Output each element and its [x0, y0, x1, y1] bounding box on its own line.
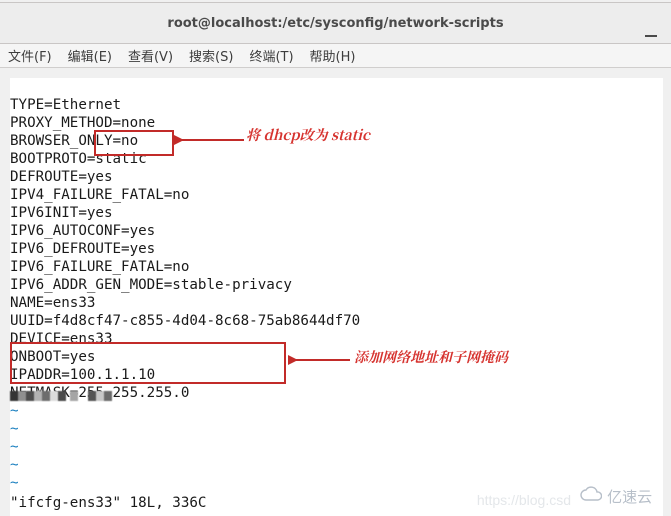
vim-tilde: ~	[10, 457, 19, 473]
file-line: ONBOOT=yes	[10, 349, 95, 365]
menu-help[interactable]: 帮助(H)	[310, 46, 356, 65]
watermark-brand: 亿速云	[580, 486, 660, 508]
watermark-url: https://blog.csd	[477, 492, 571, 508]
redacted-pixel-row	[10, 391, 120, 402]
menu-view[interactable]: 查看(V)	[128, 46, 173, 65]
vim-tilde: ~	[10, 475, 19, 491]
file-line: BOOTPROTO=static	[10, 151, 147, 167]
file-line: DEVICE=ens33	[10, 331, 113, 347]
minimize-icon[interactable]	[645, 35, 657, 37]
menu-search[interactable]: 搜索(S)	[189, 46, 233, 65]
window-titlebar: root@localhost:/etc/sysconfig/network-sc…	[0, 2, 671, 44]
annotation-text-ipaddr: 添加网络地址和子网掩码	[354, 347, 508, 367]
watermark-brand-text: 亿速云	[607, 489, 652, 506]
file-line: NAME=ens33	[10, 295, 95, 311]
menubar: 文件(F) 编辑(E) 查看(V) 搜索(S) 终端(T) 帮助(H)	[0, 44, 671, 68]
file-line: UUID=f4d8cf47-c855-4d04-8c68-75ab8644df7…	[10, 313, 360, 329]
file-line: IPV6_FAILURE_FATAL=no	[10, 259, 189, 275]
menu-edit[interactable]: 编辑(E)	[68, 46, 112, 65]
file-line: IPV4_FAILURE_FATAL=no	[10, 187, 189, 203]
file-line: BROWSER_ONLY=no	[10, 133, 138, 149]
vim-tilde: ~	[10, 439, 19, 455]
vim-tilde: ~	[10, 403, 19, 419]
window-title: root@localhost:/etc/sysconfig/network-sc…	[167, 16, 503, 31]
file-line: IPV6INIT=yes	[10, 205, 113, 221]
menu-file[interactable]: 文件(F)	[8, 46, 52, 65]
annotation-text-bootproto: 将 dhcp改为 static	[246, 125, 370, 145]
file-line: IPV6_ADDR_GEN_MODE=stable-privacy	[10, 277, 292, 293]
file-line: IPADDR=100.1.1.10	[10, 367, 155, 383]
file-line: IPV6_AUTOCONF=yes	[10, 223, 155, 239]
file-line: IPV6_DEFROUTE=yes	[10, 241, 155, 257]
file-line: TYPE=Ethernet	[10, 97, 121, 113]
vim-status-line: "ifcfg-ens33" 18L, 336C	[10, 494, 206, 512]
file-line: DEFROUTE=yes	[10, 169, 113, 185]
file-line: PROXY_METHOD=none	[10, 115, 155, 131]
menu-terminal[interactable]: 终端(T)	[249, 46, 293, 65]
vim-tilde: ~	[10, 421, 19, 437]
cloud-icon	[580, 486, 602, 507]
